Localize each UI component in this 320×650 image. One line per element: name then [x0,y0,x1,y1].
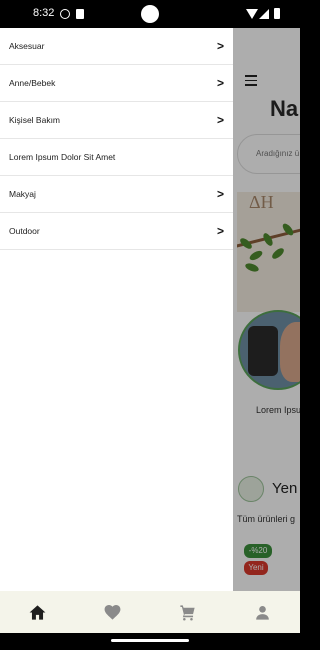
home-gesture-bar[interactable] [111,639,189,642]
chevron-right-icon: > [216,224,224,238]
status-bar: 8:32 [0,0,300,28]
drawer-item-label: Kişisel Bakım [9,115,61,125]
drawer-item-outdoor[interactable]: Outdoor > [0,213,233,250]
vpn-icon [60,9,70,19]
drawer-item-label: Outdoor [9,226,40,236]
chevron-right-icon: > [216,76,224,90]
drawer-item-label: Makyaj [9,189,36,199]
heart-icon [104,604,121,620]
category-drawer: Aksesuar > Anne/Bebek > Kişisel Bakım > … [0,28,233,591]
chevron-right-icon: > [216,39,224,53]
profile-icon [256,605,269,620]
nav-cart-button[interactable] [150,591,225,633]
signal-icon [259,9,269,19]
drawer-item-label: Anne/Bebek [9,78,56,88]
drawer-item-label: Aksesuar [9,41,45,51]
drawer-item-makyaj[interactable]: Makyaj > [0,176,233,213]
cart-icon [180,604,195,620]
sim-icon [76,9,84,19]
chevron-right-icon: > [216,187,224,201]
home-icon [29,604,46,620]
nav-home-button[interactable] [0,591,75,633]
wifi-icon [246,9,258,19]
status-time: 8:32 [33,7,55,19]
camera-cutout [141,5,159,23]
drawer-item-kisisel-bakim[interactable]: Kişisel Bakım > [0,102,233,139]
drawer-item-lorem-ipsum[interactable]: Lorem Ipsum Dolor Sit Amet [0,139,233,176]
chevron-right-icon: > [216,113,224,127]
nav-profile-button[interactable] [225,591,300,633]
drawer-item-label: Lorem Ipsum Dolor Sit Amet [9,152,116,162]
nav-favorites-button[interactable] [75,591,150,633]
drawer-item-anne-bebek[interactable]: Anne/Bebek > [0,65,233,102]
gesture-area [0,633,300,650]
drawer-item-aksesuar[interactable]: Aksesuar > [0,28,233,65]
bottom-nav [0,591,300,633]
battery-icon [274,8,280,19]
